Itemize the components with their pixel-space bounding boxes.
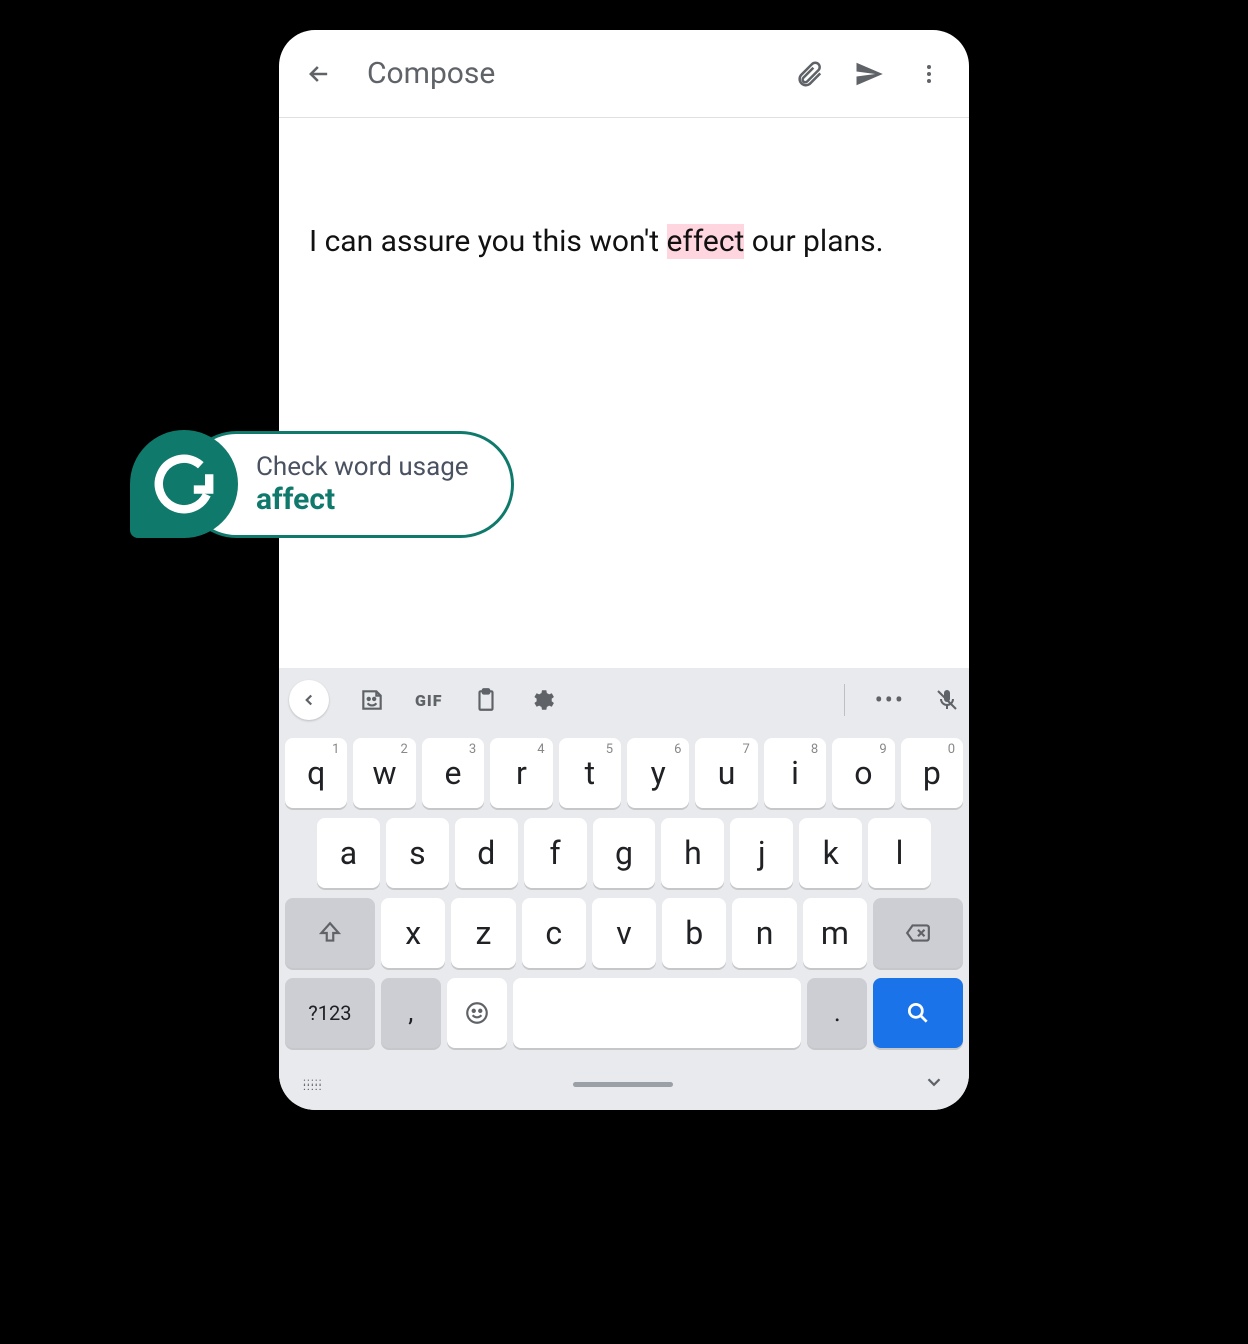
keyboard-rows: q1w2e3r4t5y6u7i8o9p0 asdfghjkl xzcvbnm ?… [279, 732, 969, 1064]
phone-frame: Compose I can assure you this won't effe… [279, 30, 969, 1110]
smile-icon [464, 1000, 490, 1026]
search-icon [905, 1000, 931, 1026]
mic-off-icon [935, 688, 959, 712]
key-superscript: 1 [332, 742, 339, 757]
keyboard: GIF ••• q1w2e3r4t5y6u7i8o9p0 asdfghjkl x… [279, 668, 969, 1110]
kb-more-button[interactable]: ••• [875, 686, 905, 714]
key-l[interactable]: l [868, 818, 931, 888]
key-superscript: 4 [537, 742, 544, 757]
key-d[interactable]: d [455, 818, 518, 888]
back-button[interactable] [299, 54, 339, 94]
key-superscript: 3 [469, 742, 476, 757]
page-title: Compose [367, 56, 769, 91]
keyboard-grip-icon[interactable]: :::::::::: [303, 1080, 323, 1088]
symbols-key[interactable]: ?123 [285, 978, 375, 1048]
more-vert-icon [917, 62, 941, 86]
suggestion-bubble[interactable]: Check word usage affect [130, 430, 514, 538]
arrow-left-icon [305, 60, 333, 88]
key-z[interactable]: z [451, 898, 515, 968]
shift-icon [317, 920, 343, 946]
grammarly-g-icon [149, 449, 219, 519]
sticker-button[interactable] [359, 687, 385, 713]
key-j[interactable]: j [730, 818, 793, 888]
keyboard-row-2: asdfghjkl [285, 818, 963, 888]
key-superscript: 5 [606, 742, 613, 757]
space-key[interactable] [513, 978, 802, 1048]
flagged-word[interactable]: effect [667, 224, 745, 259]
backspace-icon [903, 920, 933, 946]
message-text[interactable]: I can assure you this won't effect our p… [309, 218, 939, 266]
keyboard-hide-button[interactable] [923, 1071, 945, 1097]
period-key[interactable]: . [807, 978, 867, 1048]
chevron-down-icon [923, 1071, 945, 1093]
backspace-key[interactable] [873, 898, 963, 968]
settings-button[interactable] [529, 687, 555, 713]
key-q[interactable]: q1 [285, 738, 347, 808]
key-v[interactable]: v [592, 898, 656, 968]
key-superscript: 6 [674, 742, 681, 757]
key-e[interactable]: e3 [422, 738, 484, 808]
key-m[interactable]: m [803, 898, 867, 968]
shift-key[interactable] [285, 898, 375, 968]
key-f[interactable]: f [524, 818, 587, 888]
suggestion-label: Check word usage [256, 452, 469, 482]
send-icon [854, 59, 884, 89]
app-bar: Compose [279, 30, 969, 118]
key-o[interactable]: o9 [832, 738, 894, 808]
gif-button[interactable]: GIF [415, 691, 443, 710]
key-superscript: 8 [811, 742, 818, 757]
system-bar: :::::::::: [279, 1064, 969, 1104]
key-p[interactable]: p0 [901, 738, 963, 808]
emoji-key[interactable] [447, 978, 507, 1048]
keyboard-row-4: ?123 , . [285, 978, 963, 1048]
key-w[interactable]: w2 [353, 738, 415, 808]
paperclip-icon [794, 59, 824, 89]
toolbar-divider [844, 684, 845, 716]
key-b[interactable]: b [662, 898, 726, 968]
compose-body[interactable]: I can assure you this won't effect our p… [279, 118, 969, 668]
keyboard-toolbar: GIF ••• [279, 668, 969, 732]
clipboard-button[interactable] [473, 687, 499, 713]
gear-icon [529, 687, 555, 713]
more-button[interactable] [909, 54, 949, 94]
key-i[interactable]: i8 [764, 738, 826, 808]
key-x[interactable]: x [381, 898, 445, 968]
key-superscript: 2 [400, 742, 407, 757]
key-a[interactable]: a [317, 818, 380, 888]
key-g[interactable]: g [593, 818, 656, 888]
key-y[interactable]: y6 [627, 738, 689, 808]
keyboard-row-3: xzcvbnm [285, 898, 963, 968]
send-button[interactable] [849, 54, 889, 94]
key-n[interactable]: n [732, 898, 796, 968]
key-k[interactable]: k [799, 818, 862, 888]
grammarly-icon [130, 430, 238, 538]
chevron-left-icon [300, 691, 318, 709]
key-h[interactable]: h [661, 818, 724, 888]
search-key[interactable] [873, 978, 963, 1048]
home-handle[interactable] [573, 1082, 673, 1087]
key-superscript: 7 [743, 742, 750, 757]
attach-button[interactable] [789, 54, 829, 94]
key-r[interactable]: r4 [490, 738, 552, 808]
key-u[interactable]: u7 [695, 738, 757, 808]
keyboard-row-1: q1w2e3r4t5y6u7i8o9p0 [285, 738, 963, 808]
suggestion-word[interactable]: affect [256, 482, 469, 517]
key-superscript: 0 [948, 742, 955, 757]
key-superscript: 9 [879, 742, 886, 757]
comma-key[interactable]: , [381, 978, 441, 1048]
message-before: I can assure you this won't [309, 224, 667, 259]
mic-off-button[interactable] [935, 688, 959, 712]
key-c[interactable]: c [522, 898, 586, 968]
clipboard-icon [473, 687, 499, 713]
key-s[interactable]: s [386, 818, 449, 888]
key-t[interactable]: t5 [559, 738, 621, 808]
kb-collapse-button[interactable] [289, 680, 329, 720]
message-after: our plans. [744, 224, 883, 259]
sticker-icon [359, 687, 385, 713]
